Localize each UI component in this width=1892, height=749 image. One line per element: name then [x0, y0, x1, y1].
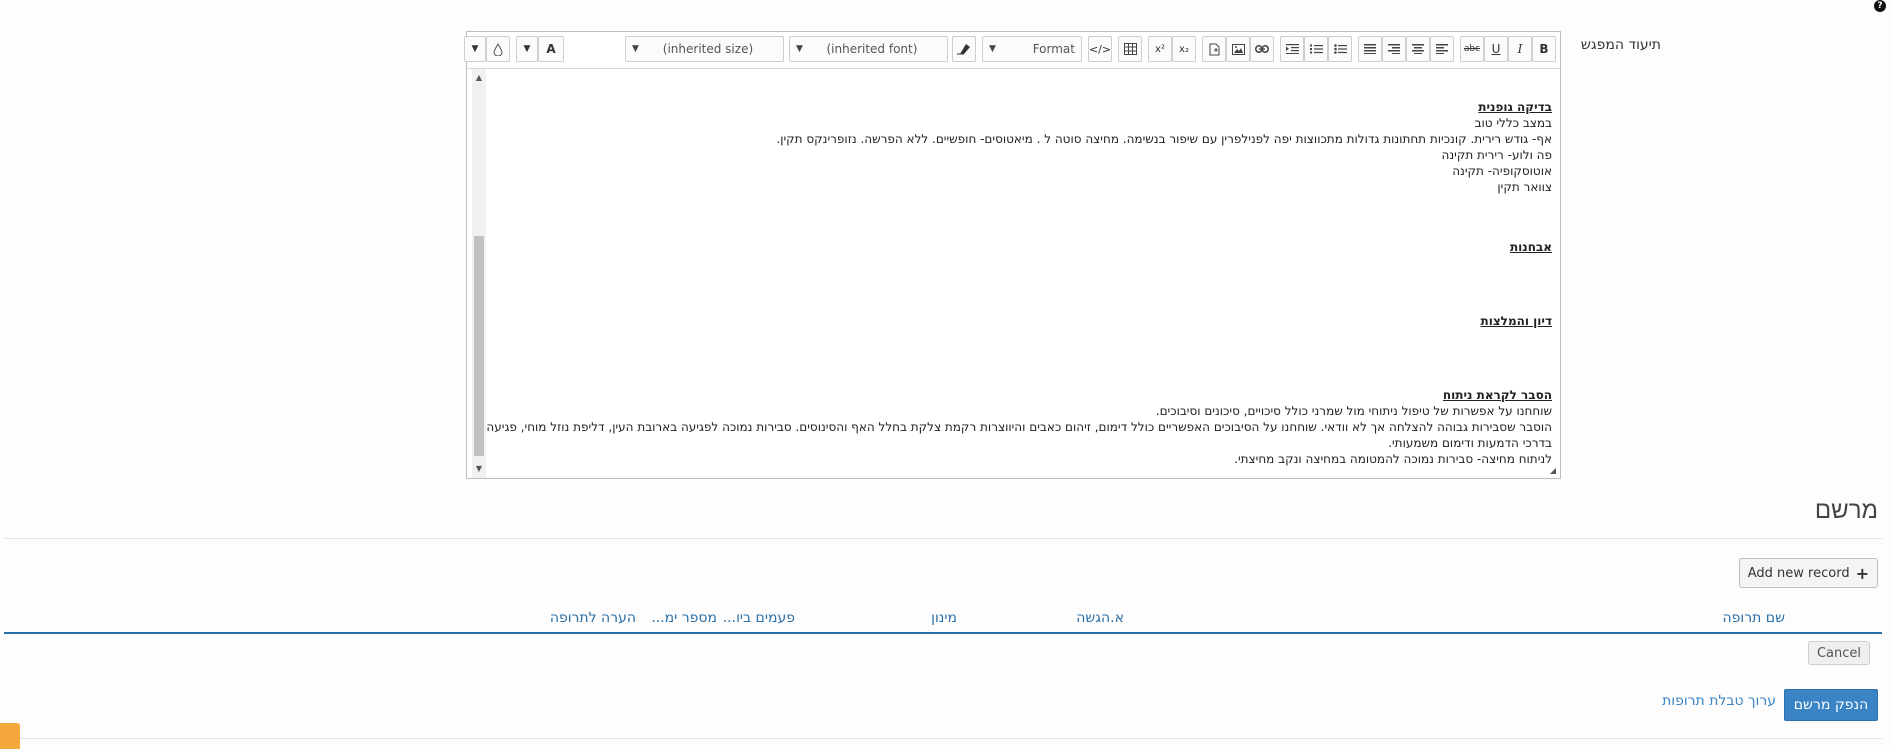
help-icon[interactable]: ?	[1874, 0, 1886, 12]
add-record-label: Add new record	[1747, 565, 1850, 581]
align-center-icon[interactable]	[1406, 36, 1430, 62]
bold-button[interactable]: B	[1532, 36, 1556, 62]
font-family-select[interactable]: ▼ (inherited font)	[789, 36, 948, 62]
align-right-icon[interactable]	[1382, 36, 1406, 62]
prescription-section-title: מרשם	[1814, 496, 1878, 524]
clear-formatting-icon[interactable]	[952, 36, 976, 62]
column-header-dosage[interactable]: מינון	[931, 610, 957, 626]
chevron-down-icon: ▼	[989, 44, 996, 54]
background-color-icon[interactable]	[486, 36, 510, 62]
editor-scrollbar[interactable]: ▲ ▼	[472, 69, 486, 478]
editor-heading: דיון והמלצות	[1480, 314, 1552, 328]
bottom-divider	[4, 738, 1882, 739]
editor-content[interactable]: ▲ ▼ בדיקה גופנית במצב כללי טוב אף- גודש רי…	[467, 69, 1560, 478]
text-color-button[interactable]: A	[538, 36, 564, 62]
editor-line: צוואר תקין	[1497, 180, 1552, 194]
chevron-down-icon: ▼	[632, 44, 639, 54]
chevron-down-icon: ▼	[796, 44, 803, 54]
prescription-table-header: שם תרופה א.הגשה מינון פעמים ביו... מספר …	[4, 610, 1882, 634]
column-header-drug-note[interactable]: הערה לתרופה	[550, 610, 636, 626]
bullet-list-icon[interactable]	[1328, 36, 1352, 62]
column-header-days[interactable]: מספר ימ...	[651, 610, 717, 626]
superscript-button[interactable]: x²	[1148, 36, 1172, 62]
subscript-button[interactable]: x₂	[1172, 36, 1196, 62]
table-icon[interactable]	[1118, 36, 1142, 62]
align-left-icon[interactable]	[1430, 36, 1454, 62]
editor-line: שוחחנו על אפשרות של טיפול ניתוחי מול שמר…	[1155, 404, 1552, 418]
editor-heading: הסבר לקראת ניתוח	[1442, 388, 1552, 402]
editor-line: לניתוח מחיצה- סבירות נמוכה להמטומה במחיצ…	[1234, 452, 1552, 466]
editor-line: במצב כללי טוב	[1474, 116, 1552, 130]
scroll-up-icon[interactable]: ▲	[472, 71, 486, 85]
editor-line: פה ולוע- רירית תקינה	[1441, 148, 1552, 162]
font-size-select[interactable]: ▼ (inherited size)	[625, 36, 784, 62]
edit-drug-table-link[interactable]: ערוך טבלת תרופות	[1662, 693, 1776, 709]
editor-line: בדרכי הדמעות ודימום משמעותי.	[1388, 436, 1552, 450]
scrollbar-thumb[interactable]	[474, 236, 484, 456]
align-justify-icon[interactable]	[1358, 36, 1382, 62]
column-header-drug-name[interactable]: שם תרופה	[1723, 610, 1785, 626]
source-code-icon[interactable]: </>	[1088, 36, 1112, 62]
resize-grip-icon[interactable]: ◢	[1550, 466, 1556, 475]
cancel-button[interactable]: Cancel	[1807, 641, 1870, 665]
italic-button[interactable]: I	[1508, 36, 1532, 62]
section-divider	[4, 538, 1882, 539]
issue-prescription-button[interactable]: הנפק מרשם	[1784, 689, 1878, 721]
chevron-down-icon: ▼	[523, 44, 531, 54]
editor-line: אוטוסקופיה- תקינה	[1452, 164, 1552, 178]
image-icon[interactable]	[1226, 36, 1250, 62]
format-select[interactable]: ▼ Format	[982, 36, 1082, 62]
chevron-down-icon: ▼	[471, 44, 479, 54]
editor-heading: אבחנות	[1509, 240, 1552, 254]
editor-line: הוסבר שסבירות גבוהה להצלחה אך לא וודאי. …	[486, 420, 1552, 434]
indent-icon[interactable]	[1280, 36, 1304, 62]
side-tab[interactable]	[0, 723, 20, 749]
column-header-administration[interactable]: א.הגשה	[1076, 610, 1124, 626]
editor-text[interactable]: בדיקה גופנית במצב כללי טוב אף- גודש רירית.…	[486, 99, 1552, 467]
underline-button[interactable]: U	[1484, 36, 1508, 62]
editor-toolbar: B I U abc x₂ x² </> ▼ Format ▼ (inherite…	[464, 32, 1560, 69]
scroll-down-icon[interactable]: ▼	[472, 462, 486, 476]
text-color-dropdown[interactable]: ▼	[516, 36, 538, 62]
strikethrough-button[interactable]: abc	[1460, 36, 1484, 62]
editor-line: אף- גודש רירית. קונכיות תחתונות גדולות מ…	[776, 132, 1552, 146]
rich-text-editor: B I U abc x₂ x² </> ▼ Format ▼ (inherite…	[464, 31, 1561, 479]
insert-file-icon[interactable]	[1202, 36, 1226, 62]
background-color-dropdown[interactable]: ▼	[464, 36, 486, 62]
field-label-visit-notes: תיעוד המפגש	[1580, 37, 1661, 53]
column-header-times-per-day[interactable]: פעמים ביו...	[723, 610, 795, 626]
numbered-list-icon[interactable]	[1304, 36, 1328, 62]
editor-heading: בדיקה גופנית	[1478, 100, 1552, 114]
link-icon[interactable]	[1250, 36, 1274, 62]
add-new-record-button[interactable]: Add new record +	[1738, 558, 1878, 588]
plus-icon: +	[1855, 563, 1869, 583]
